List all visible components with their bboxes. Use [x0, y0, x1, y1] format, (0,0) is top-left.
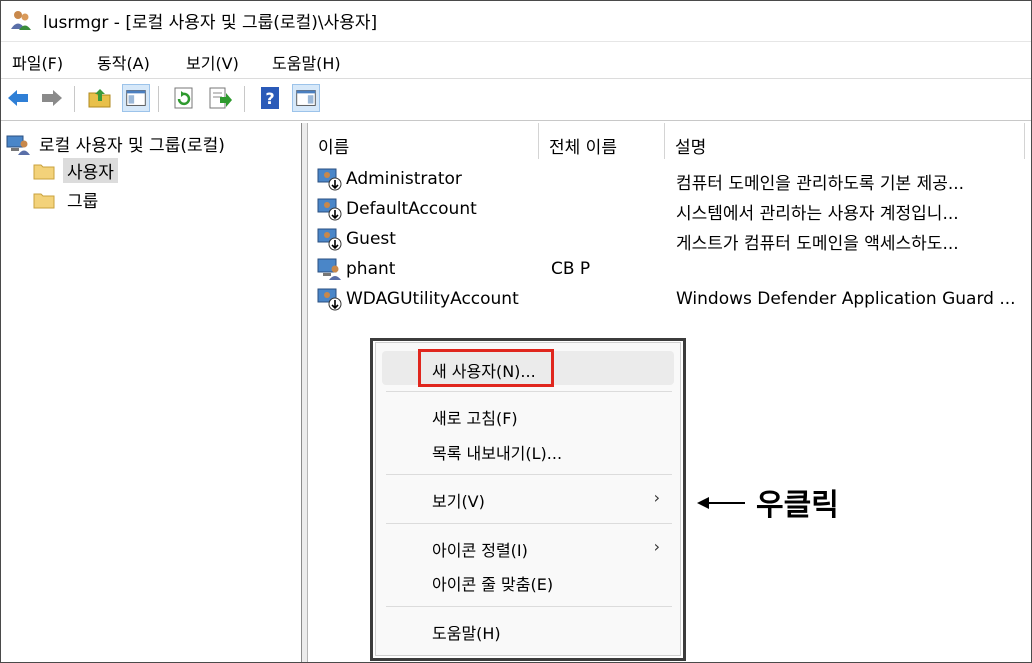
column-header-label: 설명: [675, 138, 707, 158]
window-title: lusrmgr - [로컬 사용자 및 그룹(로컬)\사용자]: [43, 13, 378, 33]
menu-item-label: 새로 고침(F): [432, 409, 518, 428]
menu-separator: [386, 391, 672, 392]
menu-item-label: 아이콘 정렬(I): [432, 541, 528, 560]
menu-item-label: 목록 내보내기(L)...: [432, 444, 563, 463]
table-row[interactable]: DefaultAccount 시스템에서 관리하는 사용자 계정입니...: [308, 195, 1031, 225]
menu-separator: [386, 474, 672, 475]
disabled-user-icon: [317, 228, 342, 251]
user-description: 시스템에서 관리하는 사용자 계정입니...: [676, 204, 959, 224]
table-row[interactable]: Administrator 컴퓨터 도메인을 관리하도록 기본 제공...: [308, 165, 1031, 195]
menu-action[interactable]: 동작(A): [97, 50, 150, 74]
column-header-label: 이름: [318, 138, 350, 158]
export-list-icon[interactable]: [206, 84, 234, 112]
title-bar: lusrmgr - [로컬 사용자 및 그룹(로컬)\사용자]: [1, 1, 1031, 39]
menu-item-view[interactable]: 보기(V) ›: [382, 481, 674, 515]
user-name: phant: [346, 259, 396, 279]
tree-pane: 로컬 사용자 및 그룹(로컬) 사용자 그룹: [1, 123, 302, 662]
user-name: Administrator: [346, 169, 462, 189]
user-description: Windows Defender Application Guard ...: [676, 289, 1016, 309]
user-full-name: CB P: [551, 259, 591, 279]
toolbar: ?: [1, 78, 1031, 121]
user-description: 컴퓨터 도메인을 관리하도록 기본 제공...: [676, 174, 965, 194]
chevron-right-icon: ›: [653, 488, 660, 507]
disabled-user-icon: [317, 168, 342, 191]
tree-node-users[interactable]: 사용자: [31, 158, 231, 184]
left-arrow-icon: [697, 497, 745, 509]
disabled-user-icon: [317, 288, 342, 311]
user-icon: [317, 258, 341, 280]
chevron-right-icon: ›: [653, 537, 660, 556]
column-header-description[interactable]: 설명: [665, 123, 1025, 159]
menu-item-label: 보기(V): [432, 492, 485, 511]
refresh-icon[interactable]: [170, 84, 198, 112]
menu-item-export-list[interactable]: 목록 내보내기(L)...: [382, 433, 674, 467]
svg-text:?: ?: [265, 89, 274, 108]
table-row[interactable]: Guest 게스트가 컴퓨터 도메인을 액세스하도...: [308, 225, 1031, 255]
tree-node-root[interactable]: 로컬 사용자 및 그룹(로컬): [5, 131, 295, 157]
column-header-label: 전체 이름: [549, 138, 617, 158]
user-name: DefaultAccount: [346, 199, 477, 219]
toolbar-separator: [74, 86, 75, 112]
tree-users-label: 사용자: [63, 158, 118, 183]
folder-icon: [33, 193, 55, 209]
user-name: WDAGUtilityAccount: [346, 289, 519, 309]
column-header-name[interactable]: 이름: [308, 123, 539, 159]
users-app-icon: [11, 11, 31, 30]
menu-item-refresh[interactable]: 새로 고침(F): [382, 398, 674, 432]
menu-item-label: 도움말(H): [432, 624, 501, 643]
disabled-user-icon: [317, 198, 342, 221]
back-arrow-icon[interactable]: [4, 84, 32, 112]
menu-view[interactable]: 보기(V): [186, 50, 239, 74]
menu-item-label: 아이콘 줄 맞춤(E): [432, 575, 554, 594]
menu-bar: 파일(F) 동작(A) 보기(V) 도움말(H): [1, 41, 1031, 79]
menu-file[interactable]: 파일(F): [12, 50, 63, 74]
tree-node-groups[interactable]: 그룹: [31, 187, 231, 213]
highlight-box: [418, 349, 554, 387]
menu-help[interactable]: 도움말(H): [272, 50, 341, 74]
user-description: 게스트가 컴퓨터 도메인을 액세스하도...: [676, 234, 959, 254]
menu-item-help[interactable]: 도움말(H): [382, 613, 674, 647]
help-icon[interactable]: ?: [256, 84, 284, 112]
computer-users-icon: [6, 135, 30, 155]
toolbar-separator: [244, 86, 245, 112]
context-menu: 새 사용자(N)... 새로 고침(F) 목록 내보내기(L)... 보기(V)…: [375, 342, 681, 656]
up-folder-icon[interactable]: [86, 84, 114, 112]
menu-item-arrange-icons[interactable]: 아이콘 정렬(I) ›: [382, 530, 674, 564]
table-row[interactable]: phant CB P: [308, 255, 1031, 285]
tree-groups-label: 그룹: [67, 192, 99, 212]
action-pane-icon[interactable]: [292, 84, 320, 112]
user-name: Guest: [346, 229, 396, 249]
column-header-full-name[interactable]: 전체 이름: [539, 123, 665, 159]
menu-separator: [386, 606, 672, 607]
tree-root-label: 로컬 사용자 및 그룹(로컬): [39, 136, 225, 156]
toolbar-separator: [158, 86, 159, 112]
show-hide-tree-icon[interactable]: [122, 84, 150, 112]
forward-arrow-icon[interactable]: [38, 84, 66, 112]
menu-separator: [386, 523, 672, 524]
menu-item-line-up-icons[interactable]: 아이콘 줄 맞춤(E): [382, 564, 674, 598]
table-row[interactable]: WDAGUtilityAccount Windows Defender Appl…: [308, 285, 1031, 315]
annotation-label: 우클릭: [756, 488, 839, 523]
folder-icon: [33, 164, 55, 180]
